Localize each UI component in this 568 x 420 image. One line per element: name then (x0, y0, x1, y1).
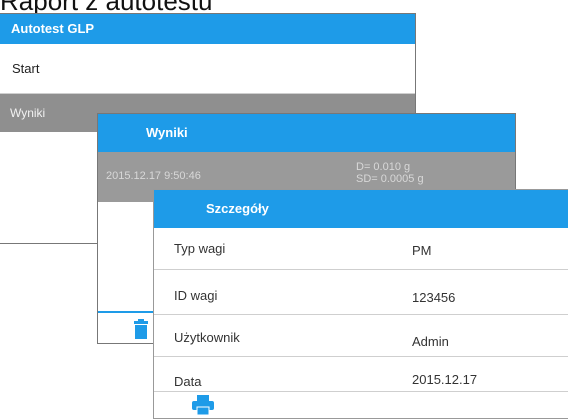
row-divider (154, 269, 568, 270)
row-divider (154, 356, 568, 357)
row-label-data: Data (174, 374, 202, 389)
row-value-data: 2015.12.17 (412, 372, 478, 387)
row-value-id-wagi: 123456 (412, 290, 456, 305)
row-label-typ-wagi: Typ wagi (174, 241, 226, 256)
row-divider (154, 391, 568, 392)
entry-value-line2: SD= 0.0005 g (356, 173, 424, 185)
row-divider (154, 314, 568, 315)
row-value-uzytkownik: Admin (412, 334, 449, 349)
row-label-id-wagi: ID wagi (174, 288, 218, 303)
trash-icon[interactable] (134, 319, 148, 344)
row-value-typ-wagi: PM (412, 243, 432, 258)
entry-value: D= 0.010 g SD= 0.0005 g (356, 161, 424, 185)
window-title: Wyniki (98, 114, 515, 152)
menu-item-start[interactable]: Start (0, 44, 415, 93)
entry-datetime: 2015.12.17 9:50:46 (106, 170, 201, 182)
row-label-uzytkownik: Użytkownik (174, 330, 240, 345)
printer-icon[interactable] (192, 395, 214, 420)
details-window: Szczegóły Typ wagi PM ID wagi 123456 Uży… (154, 190, 568, 418)
window-title: Autotest GLP (0, 14, 415, 44)
entry-value-line1: D= 0.010 g (356, 161, 411, 173)
window-title: Szczegóły (154, 190, 568, 228)
